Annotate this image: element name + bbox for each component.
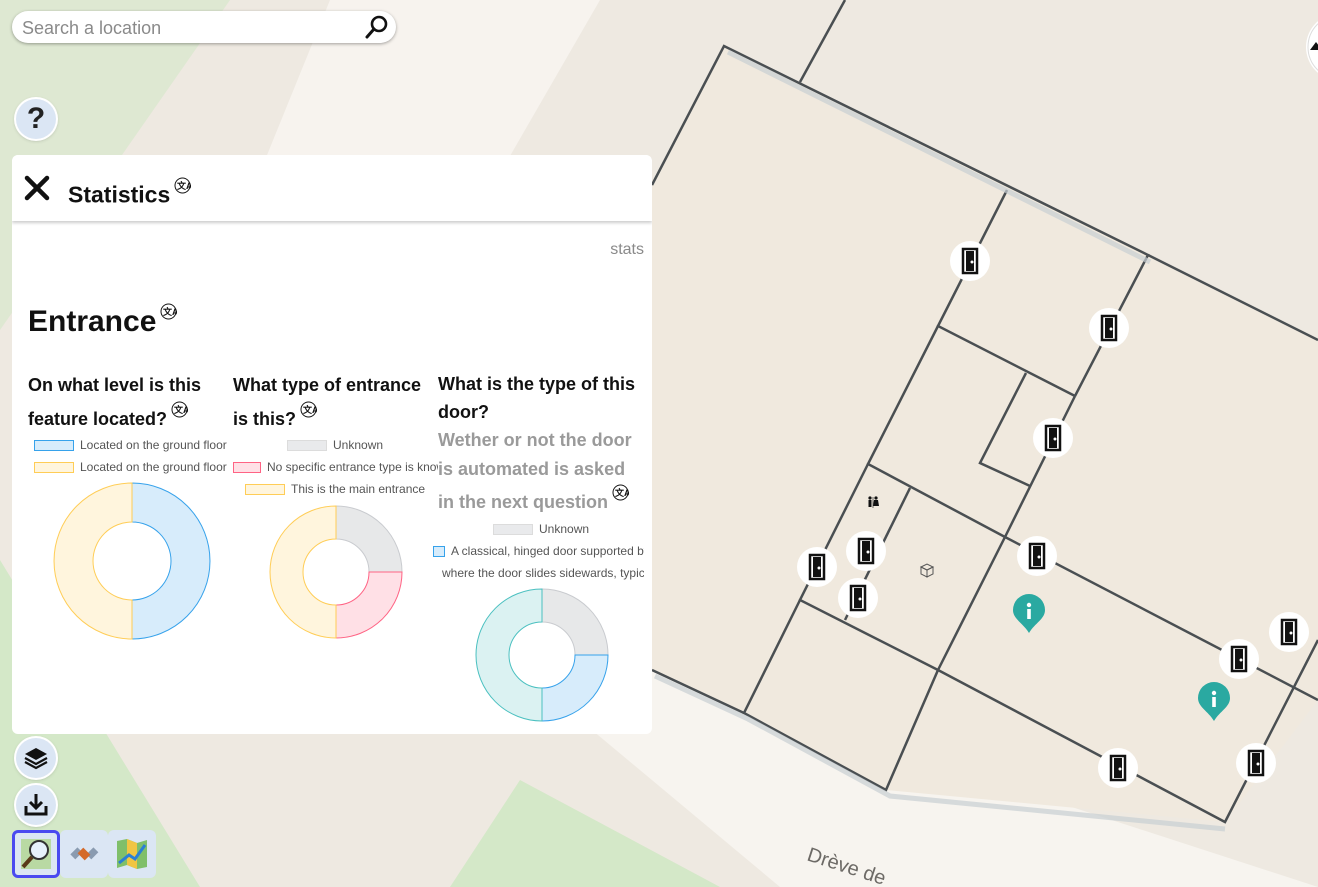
panel-title-text: Statistics — [68, 181, 171, 208]
panel-title: Statistics 文A — [68, 177, 191, 209]
layer-title-text: Entrance — [28, 305, 157, 338]
help-button[interactable]: ? — [16, 99, 56, 139]
door-icon[interactable] — [846, 531, 886, 571]
legend-item[interactable]: Located on the ground floor — [34, 460, 228, 474]
legend-swatch — [245, 484, 285, 496]
map-icon — [117, 839, 147, 869]
svg-text:文A: 文A — [614, 487, 629, 498]
donut-slice[interactable] — [541, 588, 609, 656]
search-bar — [12, 11, 396, 43]
question-level: On what level is this feature located? 文A — [28, 370, 228, 435]
door-icon[interactable] — [1098, 748, 1138, 788]
question-title: What is the type of this door? — [438, 374, 636, 422]
background-map-button[interactable] — [108, 830, 156, 878]
search-input[interactable] — [20, 15, 364, 41]
satellite-icon — [70, 847, 99, 861]
question-title: What type of entrance is this? — [233, 375, 422, 429]
question-entrance-type: What type of entrance is this? 文A — [233, 370, 433, 435]
legend-swatch — [433, 546, 445, 558]
svg-text:文A: 文A — [302, 404, 317, 415]
donut-slice[interactable] — [53, 482, 133, 640]
translate-icon[interactable]: 文A — [160, 303, 177, 320]
donut-chart-entrance-type — [269, 505, 403, 639]
door-icon[interactable] — [1089, 308, 1129, 348]
legend-swatch — [34, 440, 74, 452]
download-button[interactable] — [16, 785, 56, 825]
legend-label: Unknown — [539, 522, 590, 536]
legend-item[interactable]: Unknown — [493, 522, 643, 536]
legend-item[interactable]: Unknown — [287, 438, 437, 452]
help-label: ? — [26, 102, 46, 135]
search-icon[interactable] — [364, 14, 390, 40]
layers-button[interactable] — [16, 738, 56, 778]
layers-icon — [24, 748, 48, 770]
legend-label: This is the main entrance — [291, 482, 426, 496]
translate-icon[interactable]: 文A — [171, 401, 188, 418]
legend-item[interactable]: Located on the ground floor — [34, 438, 228, 452]
layer-title: Entrance 文A — [28, 303, 177, 339]
close-icon[interactable] — [24, 175, 50, 201]
legend-label: Unknown — [333, 438, 384, 452]
legend-swatch — [493, 524, 533, 536]
magnifier-map-icon — [21, 839, 51, 869]
door-icon[interactable] — [950, 241, 990, 281]
panel-header: Statistics 文A — [12, 155, 652, 221]
donut-slice[interactable] — [335, 505, 403, 573]
legend-label: No specific entrance type is know — [267, 460, 438, 474]
door-icon[interactable] — [1236, 743, 1276, 783]
question-subtitle: Wether or not the door is automated is a… — [438, 430, 632, 512]
legend-swatch — [287, 440, 327, 452]
legend-label: where the door slides sidewards, typic — [442, 566, 644, 580]
donut-slice[interactable] — [335, 571, 403, 639]
door-icon[interactable] — [1269, 612, 1309, 652]
donut-slice[interactable] — [131, 482, 211, 640]
legend-label: Located on the ground floor — [80, 438, 227, 452]
donut-slice[interactable] — [269, 505, 337, 639]
svg-text:文A: 文A — [176, 180, 191, 191]
download-icon — [24, 794, 48, 816]
background-osm-button[interactable] — [12, 830, 60, 878]
legend-item[interactable]: A classical, hinged door supported by — [433, 544, 644, 558]
legend-item[interactable]: where the door slides sidewards, typic — [442, 566, 644, 580]
legend-item[interactable]: No specific entrance type is know — [233, 460, 438, 474]
translate-icon[interactable]: 文A — [174, 177, 191, 194]
legend-item[interactable]: This is the main entrance — [245, 482, 438, 496]
svg-text:文A: 文A — [162, 306, 177, 317]
door-icon[interactable] — [1033, 418, 1073, 458]
legend-label: A classical, hinged door supported by — [451, 544, 644, 558]
svg-text:文A: 文A — [173, 404, 188, 415]
donut-slice[interactable] — [541, 654, 609, 722]
statistics-panel: Statistics 文A stats Entrance 文A On what le… — [12, 155, 652, 734]
legend-swatch — [34, 462, 74, 474]
stats-label: stats — [610, 241, 644, 258]
question-door-type: What is the type of this door? Wether or … — [438, 370, 644, 517]
translate-icon[interactable]: 文A — [300, 401, 317, 418]
donut-slice[interactable] — [475, 588, 543, 722]
donut-chart-level — [53, 482, 211, 640]
door-icon[interactable] — [1219, 639, 1259, 679]
legend-swatch — [233, 462, 261, 474]
legend-label: Located on the ground floor — [80, 460, 227, 474]
background-satellite-button[interactable] — [60, 830, 108, 878]
door-icon[interactable] — [797, 547, 837, 587]
translate-icon[interactable]: 文A — [612, 484, 629, 501]
door-icon[interactable] — [1017, 536, 1057, 576]
door-icon[interactable] — [838, 578, 878, 618]
donut-chart-door-type — [475, 588, 609, 722]
